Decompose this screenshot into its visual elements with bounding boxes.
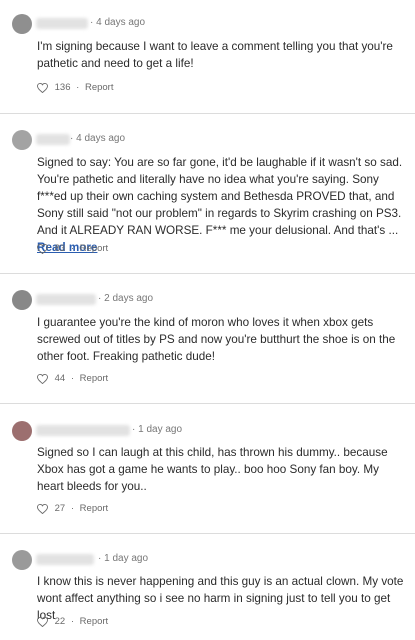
avatar[interactable] [12,130,32,150]
heart-icon[interactable] [37,243,48,254]
like-count: 136 [54,82,71,93]
redacted-username [36,554,94,565]
comment-timestamp: · 2 days ago [98,293,154,304]
heart-icon[interactable] [37,616,48,627]
like-count: 83 [54,243,66,254]
comment-actions: 22 · Report [37,616,108,627]
avatar[interactable] [12,421,32,441]
comment-text: I guarantee you're the kind of moron who… [37,316,396,363]
report-link[interactable]: Report [80,373,109,384]
comment-timestamp: · 1 day ago [132,424,183,435]
comment-timestamp: · 4 days ago [90,17,146,28]
comment-timestamp: · 4 days ago [70,133,126,144]
like-count: 22 [54,616,66,627]
comment: · 4 days ago Signed to say: You are so f… [0,114,415,274]
comment-text: Signed to say: You are so far gone, it'd… [37,156,403,254]
avatar[interactable] [12,550,32,570]
comment: · 1 day ago Signed so I can laugh at thi… [0,404,415,529]
like-count: 27 [54,503,66,514]
comment-actions: 44 · Report [37,373,108,384]
like-count: 44 [54,373,66,384]
heart-icon[interactable] [37,82,48,93]
comment-actions: 83 · Report [37,243,108,254]
avatar[interactable] [12,14,32,34]
comment-timestamp: · 1 day ago [98,553,149,564]
redacted-username [36,134,70,145]
comment-text: Signed so I can laugh at this child, has… [37,446,388,493]
avatar[interactable] [12,290,32,310]
comment-actions: 136 · Report [37,82,113,93]
comment-text: I'm signing because I want to leave a co… [37,40,393,70]
report-link[interactable]: Report [80,503,109,514]
redacted-username [36,425,130,436]
redacted-username [36,18,88,29]
heart-icon[interactable] [37,373,48,384]
comment: · 4 days ago I'm signing because I want … [0,0,415,110]
report-link[interactable]: Report [80,616,109,627]
comment-feed: · 4 days ago I'm signing because I want … [0,0,415,640]
heart-icon[interactable] [37,503,48,514]
redacted-username [36,294,96,305]
comment: · 2 days ago I guarantee you're the kind… [0,274,415,399]
comment: · 1 day ago I know this is never happeni… [0,534,415,640]
comment-actions: 27 · Report [37,503,108,514]
report-link[interactable]: Report [85,82,114,93]
report-link[interactable]: Report [80,243,109,254]
